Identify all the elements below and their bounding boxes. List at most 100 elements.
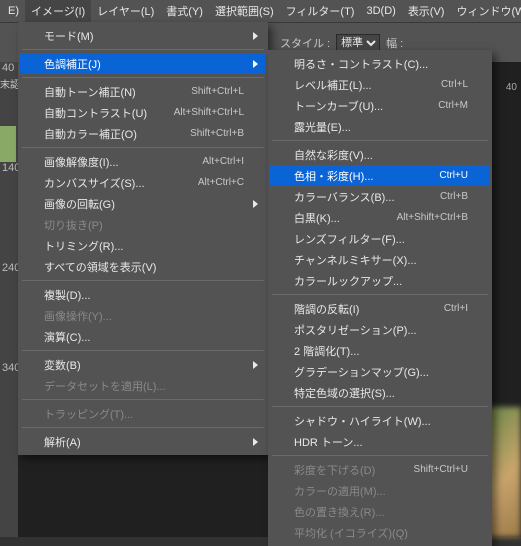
adjustments-item-1[interactable]: レベル補正(L)...Ctrl+L [270, 74, 490, 95]
menu-item-label: 切り抜き(P) [44, 217, 244, 233]
submenu-arrow-icon [253, 32, 258, 40]
image-menu-item-22: トラッピング(T)... [20, 403, 266, 424]
menu-separator [22, 350, 264, 351]
menu-item-label: 自動カラー補正(O) [44, 126, 190, 142]
image-menu-item-9[interactable]: カンバスサイズ(S)...Alt+Ctrl+C [20, 172, 266, 193]
menu-item-label: 自動トーン補正(N) [44, 84, 191, 100]
menu-item-label: 特定色域の選択(S)... [294, 385, 468, 401]
menu-item-shortcut: Shift+Ctrl+B [190, 128, 244, 139]
adjustments-item-23: カラーの適用(M)... [270, 480, 490, 501]
image-menu-item-0[interactable]: モード(M) [20, 25, 266, 46]
canvas-strip [0, 126, 16, 162]
menu-item-label: 彩度を下げる(D) [294, 462, 414, 478]
menu-item-label: カンバスサイズ(S)... [44, 175, 198, 191]
menu-item-shortcut: Shift+Ctrl+U [414, 464, 468, 475]
adjustments-item-10[interactable]: チャンネルミキサー(X)... [270, 249, 490, 270]
menu-item-label: レベル補正(L)... [294, 77, 441, 93]
menu-separator [22, 49, 264, 50]
menu-item-label: カラールックアップ... [294, 273, 468, 289]
image-menu-item-11: 切り抜き(P) [20, 214, 266, 235]
menu-layer[interactable]: レイヤー(L) [91, 0, 160, 22]
menu-item-label: 明るさ・コントラスト(C)... [294, 56, 468, 72]
menu-item-label: 2 階調化(T)... [294, 343, 468, 359]
adjustments-item-2[interactable]: トーンカーブ(U)...Ctrl+M [270, 95, 490, 116]
menu-item-shortcut: Ctrl+B [440, 191, 468, 202]
adjustments-item-13[interactable]: 階調の反転(I)Ctrl+I [270, 298, 490, 319]
submenu-arrow-icon [253, 438, 258, 446]
menu-item-shortcut: Alt+Ctrl+C [198, 177, 244, 188]
image-menu-item-2[interactable]: 色調補正(J) [20, 53, 266, 74]
adjustments-item-8[interactable]: 白黒(K)...Alt+Shift+Ctrl+B [270, 207, 490, 228]
image-menu-item-12[interactable]: トリミング(R)... [20, 235, 266, 256]
image-menu-item-5[interactable]: 自動コントラスト(U)Alt+Shift+Ctrl+L [20, 102, 266, 123]
menu-separator [272, 140, 488, 141]
menu-separator [22, 147, 264, 148]
image-menu-item-8[interactable]: 画像解像度(I)...Alt+Ctrl+I [20, 151, 266, 172]
menu-separator [272, 455, 488, 456]
ruler-tick: 40 [2, 62, 14, 74]
menu-item-shortcut: Ctrl+L [441, 79, 468, 90]
adjustments-item-14[interactable]: ポスタリゼーション(P)... [270, 319, 490, 340]
menu-separator [22, 280, 264, 281]
menu-image[interactable]: イメージ(I) [25, 0, 91, 22]
menu-filter[interactable]: フィルター(T) [280, 0, 361, 22]
menu-item-label: データセットを適用(L)... [44, 378, 244, 394]
menu-item-label: 自然な彩度(V)... [294, 147, 468, 163]
submenu-arrow-icon [253, 200, 258, 208]
image-menu-item-13[interactable]: すべての領域を表示(V) [20, 256, 266, 277]
menu-item-label: グラデーションマップ(G)... [294, 364, 468, 380]
menu-separator [22, 427, 264, 428]
adjustments-item-17[interactable]: 特定色域の選択(S)... [270, 382, 490, 403]
menu-separator [272, 406, 488, 407]
adjustments-item-15[interactable]: 2 階調化(T)... [270, 340, 490, 361]
image-menu-item-10[interactable]: 画像の回転(G) [20, 193, 266, 214]
menu-item-label: カラーバランス(B)... [294, 189, 440, 205]
menu-item-label: 演算(C)... [44, 329, 244, 345]
submenu-arrow-icon [253, 361, 258, 369]
style-select[interactable]: 標準 [336, 34, 380, 52]
image-menu-item-6[interactable]: 自動カラー補正(O)Shift+Ctrl+B [20, 123, 266, 144]
adjustments-item-7[interactable]: カラーバランス(B)...Ctrl+B [270, 186, 490, 207]
adjustments-item-25: 平均化 (イコライズ)(Q) [270, 522, 490, 543]
ruler-tick-right: 40 [506, 82, 517, 93]
menu-separator [22, 77, 264, 78]
menu-type[interactable]: 書式(Y) [160, 0, 209, 22]
image-menu-item-17[interactable]: 演算(C)... [20, 326, 266, 347]
adjustments-item-11[interactable]: カラールックアップ... [270, 270, 490, 291]
adjustments-item-9[interactable]: レンズフィルター(F)... [270, 228, 490, 249]
menu-item-label: ポスタリゼーション(P)... [294, 322, 468, 338]
image-menu-item-15[interactable]: 複製(D)... [20, 284, 266, 305]
image-menu-item-24[interactable]: 解析(A) [20, 431, 266, 452]
adjustments-item-3[interactable]: 露光量(E)... [270, 116, 490, 137]
menu-window[interactable]: ウィンドウ(W) [450, 0, 521, 22]
menu-item-label: 露光量(E)... [294, 119, 468, 135]
adjustments-submenu: 明るさ・コントラスト(C)...レベル補正(L)...Ctrl+Lトーンカーブ(… [268, 50, 492, 546]
adjustments-item-5[interactable]: 自然な彩度(V)... [270, 144, 490, 165]
menu-item-label: HDR トーン... [294, 434, 468, 450]
image-menu: モード(M)色調補正(J)自動トーン補正(N)Shift+Ctrl+L自動コント… [18, 22, 268, 455]
menu-item-label: シャドウ・ハイライト(W)... [294, 413, 468, 429]
menu-item-label: トーンカーブ(U)... [294, 98, 438, 114]
menu-item-label: すべての領域を表示(V) [44, 259, 244, 275]
menu-item-label: 自動コントラスト(U) [44, 105, 174, 121]
menu-item-label: モード(M) [44, 28, 244, 44]
menu-item-label: チャンネルミキサー(X)... [294, 252, 468, 268]
adjustments-item-20[interactable]: HDR トーン... [270, 431, 490, 452]
menu-select[interactable]: 選択範囲(S) [209, 0, 280, 22]
image-menu-item-4[interactable]: 自動トーン補正(N)Shift+Ctrl+L [20, 81, 266, 102]
menu-item-label: 色相・彩度(H)... [294, 168, 439, 184]
menu-item-label: トリミング(R)... [44, 238, 244, 254]
image-menu-item-19[interactable]: 変数(B) [20, 354, 266, 375]
menu-item-label: 変数(B) [44, 357, 244, 373]
menu-3d[interactable]: 3D(D) [360, 2, 401, 20]
menu-separator [272, 294, 488, 295]
adjustments-item-0[interactable]: 明るさ・コントラスト(C)... [270, 53, 490, 74]
menu-view[interactable]: 表示(V) [402, 0, 451, 22]
adjustments-item-16[interactable]: グラデーションマップ(G)... [270, 361, 490, 382]
menu-item-label: 白黒(K)... [294, 210, 397, 226]
menu-item-label: 複製(D)... [44, 287, 244, 303]
menu-item-label: 画像解像度(I)... [44, 154, 202, 170]
menu-edit-partial[interactable]: E) [2, 2, 25, 20]
adjustments-item-6[interactable]: 色相・彩度(H)...Ctrl+U [270, 165, 490, 186]
adjustments-item-19[interactable]: シャドウ・ハイライト(W)... [270, 410, 490, 431]
